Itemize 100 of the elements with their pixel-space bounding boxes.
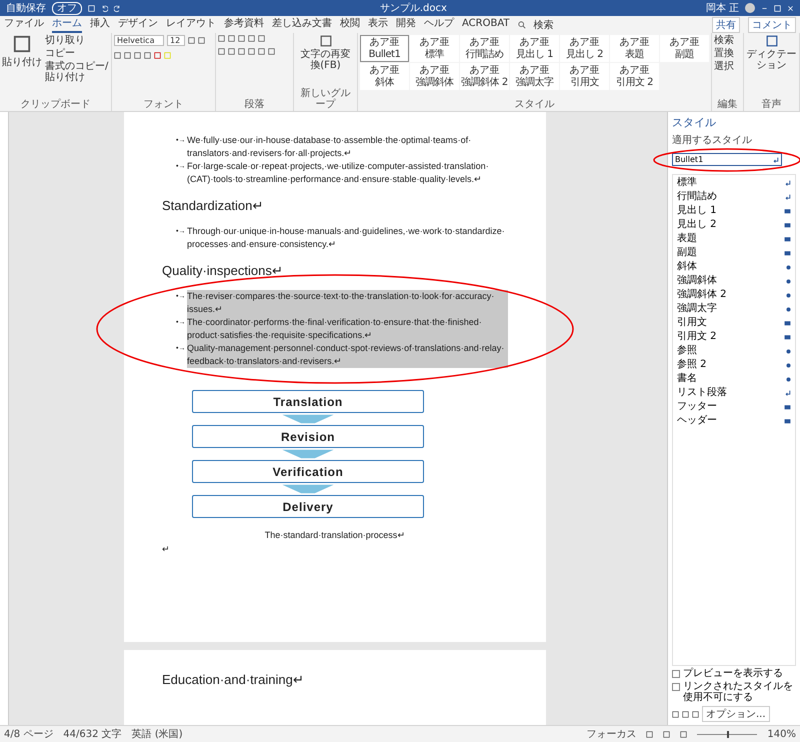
page-count[interactable]: 4/8 ページ — [4, 727, 54, 741]
ribbon-tab[interactable]: 校閲 — [340, 16, 360, 33]
dictation-button[interactable]: ディクテーション — [746, 49, 797, 71]
ribbon-tab[interactable]: 挿入 — [90, 16, 110, 33]
character-style-icon — [786, 348, 791, 354]
format-painter-button[interactable]: 書式のコピー/貼り付け — [45, 61, 109, 83]
style-list-item[interactable]: 参照 — [677, 345, 791, 357]
process-step: Revision — [192, 425, 424, 448]
replace-button[interactable]: 置換 — [714, 48, 734, 59]
style-list-item[interactable]: 斜体 — [677, 261, 791, 273]
paragraph-mark: ↵ — [162, 544, 171, 554]
style-list-item[interactable]: 見出し 1 — [677, 205, 791, 217]
close-icon[interactable] — [787, 4, 794, 12]
character-style-icon — [786, 362, 791, 368]
zoom-level[interactable]: 140% — [767, 728, 796, 740]
style-gallery-item[interactable]: あア亜 Bullet1 — [360, 35, 409, 62]
search-label[interactable]: 検索 — [534, 18, 554, 32]
share-button[interactable]: 共有 — [712, 16, 740, 32]
field-label: 適用するスタイル — [672, 134, 753, 147]
autosave-toggle[interactable]: オフ — [52, 2, 82, 14]
style-list-item[interactable]: 引用文 — [677, 317, 791, 329]
style-list-item[interactable]: 書名 — [677, 373, 791, 385]
option-checkbox[interactable]: プレビューを表示する — [672, 668, 796, 679]
style-list-item[interactable]: 副題 — [677, 247, 791, 259]
style-list-item[interactable]: 行間詰め — [677, 191, 791, 203]
style-list-item[interactable]: 標準 — [677, 177, 791, 189]
linked-style-icon — [784, 418, 791, 424]
paste-label[interactable]: 貼り付け — [2, 55, 42, 69]
bullet-text: Quality-management·personnel·conduct·spot·reviews·of·translations·and·relay·feedback·to·translators·and·revisers.↵ — [187, 342, 508, 368]
style-gallery-item[interactable]: あア亜 引用文 2 — [610, 63, 659, 90]
linked-style-icon — [784, 222, 791, 228]
maximize-icon[interactable] — [774, 4, 781, 12]
style-gallery-item[interactable]: あア亜 見出し 1 — [510, 35, 559, 62]
linked-style-icon — [784, 320, 791, 326]
style-gallery-item[interactable]: あア亜 行間詰め — [460, 35, 509, 62]
pane-title: スタイル — [672, 115, 717, 130]
search-icon[interactable] — [518, 20, 526, 28]
style-gallery-item[interactable]: あア亜 副題 — [660, 35, 709, 62]
comment-button[interactable]: コメント — [748, 16, 796, 32]
figure-caption: The·standard·translation·process↵ — [264, 530, 406, 540]
font-size-field[interactable]: 12 — [167, 35, 185, 46]
ribbon-tab[interactable]: 表示 — [368, 16, 388, 33]
ribbon-tab[interactable]: レイアウト — [166, 16, 216, 33]
bullet-text: Through·our·unique·in-house·manuals·and·guidelines,·we·work·to·standardize·processes·and·ensure·consistency.↵ — [187, 225, 506, 251]
reconvert-button[interactable]: 文字の再変換(FB) — [296, 49, 355, 71]
style-list-item[interactable]: 表題 — [677, 233, 791, 245]
style-gallery-item[interactable]: あア亜 引用文 — [560, 63, 609, 90]
style-list-item[interactable]: ヘッダー — [677, 415, 791, 427]
cut-button[interactable]: 切り取り — [45, 35, 109, 46]
style-list-item[interactable]: 参照 2 — [677, 359, 791, 371]
option-checkbox[interactable]: リンクされたスタイルを使用不可にする — [672, 681, 796, 703]
select-button[interactable]: 選択 — [714, 61, 734, 72]
section-heading: Quality·inspections↵ — [162, 263, 284, 278]
ribbon-tab[interactable]: 差し込み文書 — [272, 16, 332, 33]
style-input-field[interactable]: Bullet1 — [672, 153, 782, 166]
group-label: 段落 — [244, 99, 266, 110]
user-name: 岡本 正 — [706, 2, 739, 15]
ribbon-tab[interactable]: ヘルプ — [424, 16, 454, 33]
style-gallery-item[interactable]: あア亜 標準 — [410, 35, 459, 62]
group-label: 音声 — [760, 99, 782, 110]
zoom-slider-thumb[interactable] — [727, 730, 730, 738]
process-step: Delivery — [192, 495, 424, 518]
character-style-icon — [786, 306, 791, 312]
character-style-icon — [786, 264, 791, 270]
style-gallery-item[interactable]: あア亜 強調太字 — [510, 63, 559, 90]
ribbon-tab[interactable]: ファイル — [4, 16, 44, 33]
undo-icon[interactable] — [101, 4, 108, 12]
style-list-item[interactable]: リスト段落 — [677, 387, 791, 399]
autosave-label: 自動保存 — [6, 2, 46, 15]
group-label: スタイル — [514, 99, 556, 110]
ribbon-tab[interactable]: デザイン — [118, 16, 158, 33]
style-gallery-item[interactable]: あア亜 見出し 2 — [560, 35, 609, 62]
style-list-item[interactable]: 強調斜体 — [677, 275, 791, 287]
ribbon-tab[interactable]: 参考資料 — [224, 16, 264, 33]
word-count[interactable]: 44/632 文字 — [63, 727, 122, 741]
font-name-field[interactable]: Helvetica — [114, 35, 164, 46]
redo-icon[interactable] — [114, 4, 121, 12]
ribbon-tab[interactable]: ACROBAT — [462, 18, 510, 32]
avatar-icon[interactable] — [745, 3, 755, 13]
style-list-item[interactable]: 引用文 2 — [677, 331, 791, 343]
focus-button[interactable]: フォーカス — [586, 727, 636, 741]
find-button[interactable]: 検索 — [714, 35, 734, 46]
style-gallery-item[interactable]: あア亜 表題 — [610, 35, 659, 62]
linked-style-icon — [784, 236, 791, 242]
language-indicator[interactable]: 英語 (米国) — [132, 727, 183, 741]
group-label: 編集 — [716, 99, 738, 110]
bullet-text: For·large-scale·or·repeat·projects,·we·utilize·computer-assisted·translation·(CAT)·tools·to·streamline·performance·and·ensure·stable·quality·levels.↵ — [187, 160, 490, 186]
paragraph-mark-icon — [773, 156, 779, 162]
style-gallery-item[interactable]: あア亜 強調斜体 2 — [460, 63, 509, 90]
group-label: 新しいグループ — [300, 88, 352, 110]
options-button[interactable]: オプション... — [702, 706, 770, 722]
style-list-item[interactable]: 強調太字 — [677, 303, 791, 315]
copy-button[interactable]: コピー — [45, 48, 109, 59]
style-gallery-item[interactable]: あア亜 強調斜体 — [410, 63, 459, 90]
character-style-icon — [786, 278, 791, 284]
style-list-item[interactable]: 強調斜体 2 — [677, 289, 791, 301]
style-list-item[interactable]: 見出し 2 — [677, 219, 791, 231]
style-gallery-item[interactable]: あア亜 斜体 — [360, 63, 409, 90]
ribbon-tab[interactable]: 開発 — [396, 16, 416, 33]
style-list-item[interactable]: フッター — [677, 401, 791, 413]
